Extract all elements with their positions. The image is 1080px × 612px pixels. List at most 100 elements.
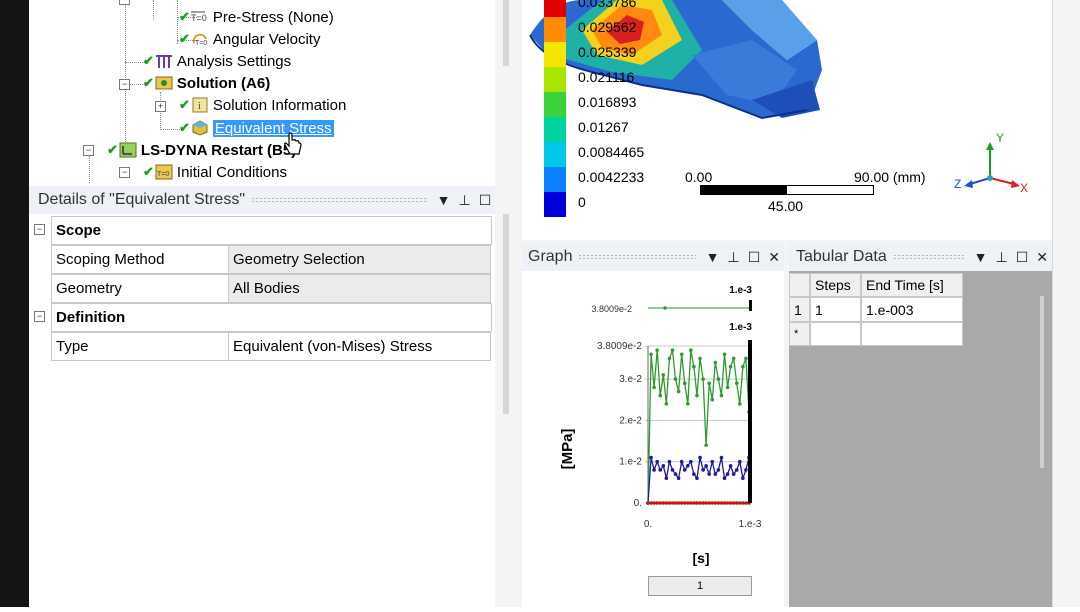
tree-item-equivalent-stress[interactable]: ✔ Equivalent Stress: [179, 118, 334, 138]
type-value[interactable]: Equivalent (von-Mises) Stress: [228, 332, 491, 361]
legend-color-band: [544, 117, 566, 142]
collapse-ls-dyna-toggle[interactable]: −: [83, 145, 94, 156]
equivalent-stress-icon: [192, 120, 208, 136]
main-top-tick: 1.e-3: [729, 322, 752, 333]
details-title: Details of "Equivalent Stress": [38, 191, 246, 208]
series-point: [692, 364, 696, 369]
series-point: [655, 459, 659, 464]
tabular-grid[interactable]: Steps End Time [s] 1 1 1.e-003 *: [789, 271, 1052, 607]
check-icon: ✔: [107, 142, 118, 157]
triad-x-label: X: [1020, 181, 1028, 195]
collapse-definition-toggle[interactable]: −: [34, 311, 45, 322]
tree-item-initial-conditions[interactable]: ✔ T=0 Initial Conditions: [143, 162, 287, 182]
series-point: [685, 464, 690, 468]
tree-item-solution-information[interactable]: ✔ i Solution Information: [179, 95, 346, 115]
series-point: [670, 348, 675, 352]
pin-icon[interactable]: ⊥: [728, 249, 740, 266]
angular-velocity-icon: T=0: [192, 33, 207, 47]
cell-steps[interactable]: 1: [810, 297, 861, 322]
scoping-method-value[interactable]: Geometry Selection: [228, 245, 491, 274]
scoping-method-label: Scoping Method: [51, 245, 229, 274]
tree-item-ls-dyna-restart[interactable]: ✔ LS-DYNA Restart (B5): [107, 140, 296, 160]
analysis-settings-icon: [155, 55, 172, 68]
series-point: [738, 402, 742, 406]
header-steps[interactable]: Steps: [810, 273, 861, 297]
series-line: [647, 349, 750, 504]
pin-icon[interactable]: ⊥: [996, 249, 1008, 266]
collapse-toggle[interactable]: −: [119, 0, 130, 5]
scale-left-label: 0.00: [685, 169, 713, 185]
tree-item-pre-stress[interactable]: ✔ T=0 Pre-Stress (None): [179, 7, 334, 27]
collapse-solution-toggle[interactable]: −: [119, 79, 130, 90]
check-icon: ✔: [179, 9, 190, 24]
dropdown-arrow-icon[interactable]: ▼: [974, 249, 988, 265]
tree-item-angular-velocity[interactable]: ✔ T=0 Angular Velocity: [179, 29, 320, 49]
series-point: [673, 501, 678, 505]
triad-y-label: Y: [996, 131, 1004, 145]
right-edge-strip: [1052, 0, 1080, 607]
series-point: [695, 476, 699, 481]
series-point: [679, 459, 684, 464]
maximize-icon[interactable]: ☐: [748, 249, 761, 266]
series-point: [734, 468, 739, 472]
y-tick-label: 1.e-2: [619, 457, 642, 468]
series-point: [695, 393, 699, 398]
series-point: [673, 377, 678, 381]
mini-time-marker: [749, 300, 752, 311]
scale-bar-black: [700, 185, 786, 195]
collapse-scope-toggle[interactable]: −: [34, 224, 45, 235]
tabular-header: Tabular Data ▼ ⊥ ☐ ✕: [789, 243, 1052, 271]
close-icon[interactable]: ✕: [1036, 249, 1048, 266]
stress-time-chart[interactable]: 1.e-3 3.8009e-2 1.e-3 [MPa] [s] 3.8009e-…: [522, 271, 784, 607]
check-icon: ✔: [179, 31, 190, 46]
corner-cell: [789, 273, 810, 297]
coordinate-triad[interactable]: Y X Z: [954, 128, 1034, 198]
new-row-marker[interactable]: *: [789, 322, 810, 346]
section-definition[interactable]: Definition: [51, 303, 492, 332]
check-icon: ✔: [143, 53, 154, 68]
tabular-title: Tabular Data: [796, 248, 887, 265]
series-point: [719, 393, 724, 398]
legend-color-band: [544, 42, 566, 67]
series-point: [741, 476, 745, 481]
tree-scrollbar-thumb[interactable]: [503, 0, 509, 66]
drag-grip[interactable]: [251, 197, 427, 203]
x-axis-label: [s]: [692, 550, 709, 566]
header-end-time[interactable]: End Time [s]: [861, 273, 963, 297]
legend-color-band: [544, 67, 566, 92]
series-point: [676, 476, 681, 481]
close-icon[interactable]: ✕: [768, 249, 780, 266]
new-row-steps[interactable]: [810, 322, 861, 346]
cell-end-time[interactable]: 1.e-003: [861, 297, 963, 322]
animation-step-field[interactable]: 1: [648, 576, 752, 596]
tree-item-analysis-settings[interactable]: ✔ Analysis Settings: [143, 51, 291, 71]
series-point: [682, 381, 687, 386]
maximize-icon[interactable]: ☐: [479, 192, 492, 209]
drag-grip[interactable]: [892, 254, 964, 260]
dropdown-arrow-icon[interactable]: ▼: [437, 192, 451, 208]
section-scope[interactable]: Scope: [51, 216, 492, 245]
tree-item-solution[interactable]: ✔ Solution (A6): [143, 73, 270, 93]
tabular-scrollbar[interactable]: [1040, 296, 1044, 468]
left-black-border: [0, 0, 29, 607]
legend-value-label: 0.021116: [578, 69, 635, 85]
dropdown-arrow-icon[interactable]: ▼: [706, 249, 720, 265]
geometry-value[interactable]: All Bodies: [228, 274, 491, 303]
series-point: [734, 381, 739, 386]
series-point: [710, 459, 715, 464]
drag-grip[interactable]: [578, 254, 696, 260]
series-point: [649, 455, 653, 460]
maximize-icon[interactable]: ☐: [1016, 249, 1029, 266]
series-point: [707, 381, 711, 386]
graphics-viewport[interactable]: 0.033786 0.029562 0.025339 0.021116 0.016893…: [522, 0, 1052, 240]
pin-icon[interactable]: ⊥: [459, 192, 471, 209]
row-index[interactable]: 1: [789, 297, 810, 322]
collapse-initial-conditions-toggle[interactable]: −: [119, 167, 130, 178]
details-scrollbar-thumb[interactable]: [503, 214, 509, 414]
new-row-end-time[interactable]: [861, 322, 963, 346]
series-point: [704, 443, 708, 447]
graph-title: Graph: [528, 248, 573, 265]
series-point: [679, 352, 684, 357]
series-point: [661, 373, 666, 377]
expand-solution-information-toggle[interactable]: +: [155, 101, 166, 112]
